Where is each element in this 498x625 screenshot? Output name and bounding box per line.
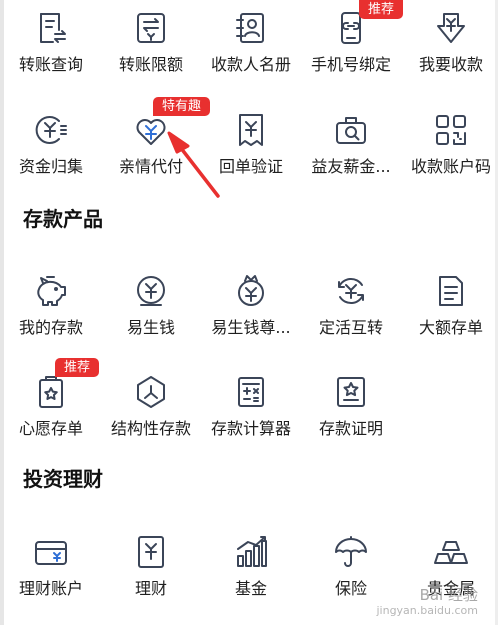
menu-item-exchange[interactable]: 定活互转 <box>301 263 401 343</box>
watermark-url: jingyan.baidu.com <box>376 604 478 617</box>
menu-item-fund[interactable]: 基金 <box>201 524 301 604</box>
menu-item-label: 易生钱 <box>126 318 175 337</box>
menu-item-label: 理财账户 <box>18 579 83 598</box>
menu-item-deposit-certificate[interactable]: 存款证明 <box>301 364 401 444</box>
yisheng-premium-icon <box>233 273 269 309</box>
menu-item-label: 转账限额 <box>118 55 183 74</box>
menu-item-label: 转账查询 <box>18 55 83 74</box>
yisheng-coin-icon <box>133 273 169 309</box>
fund-chart-icon <box>233 534 269 570</box>
receive-money-icon <box>433 10 469 46</box>
wealth-icon <box>133 534 169 570</box>
menu-item-label: 存款证明 <box>318 419 383 438</box>
wealth-account-icon <box>33 534 69 570</box>
deposit-certificate-icon <box>333 374 369 410</box>
menu-item-transfer-limit[interactable]: 转账限额 <box>101 0 201 80</box>
receipt-verify-icon <box>233 112 269 148</box>
menu-item-structured-deposit[interactable]: 结构性存款 <box>101 364 201 444</box>
menu-item-salary[interactable]: 益友薪金... <box>301 102 401 182</box>
menu-item-transfer-query[interactable]: 转账查询 <box>1 0 101 80</box>
watermark-brand: Bai 经验 <box>419 586 478 604</box>
menu-item-label: 收款账户码 <box>410 157 491 176</box>
menu-item-yisheng[interactable]: 易生钱 <box>101 263 201 343</box>
menu-item-label: 基金 <box>234 579 267 598</box>
menu-item-calculator[interactable]: 存款计算器 <box>201 364 301 444</box>
payee-list-icon <box>233 10 269 46</box>
menu-item-label: 大额存单 <box>418 318 483 337</box>
transfer-query-icon <box>33 10 69 46</box>
menu-item-label: 易生钱尊... <box>211 318 291 337</box>
large-deposit-icon <box>433 273 469 309</box>
exchange-icon <box>333 273 369 309</box>
watermark: Bai 经验 jingyan.baidu.com <box>376 587 478 619</box>
menu-item-label: 手机号绑定 <box>310 55 391 74</box>
menu-item-label: 存款计算器 <box>210 419 291 438</box>
calculator-icon <box>233 374 269 410</box>
menu-item-wealth[interactable]: 理财 <box>101 524 201 604</box>
structured-deposit-icon <box>133 374 169 410</box>
salary-icon <box>333 112 369 148</box>
menu-item-receipt-verify[interactable]: 回单验证 <box>201 102 301 182</box>
recommend-badge: 推荐 <box>55 358 100 377</box>
umbrella-icon <box>333 534 369 570</box>
menu-item-my-deposit[interactable]: 我的存款 <box>1 263 101 343</box>
gold-bars-icon <box>433 534 469 570</box>
fund-collect-icon <box>33 112 69 148</box>
menu-item-fund-collect[interactable]: 资金归集 <box>1 102 101 182</box>
menu-item-receive-money[interactable]: 我要收款 <box>401 0 498 80</box>
menu-item-wealth-account[interactable]: 理财账户 <box>1 524 101 604</box>
wish-deposit-icon <box>33 374 69 410</box>
qr-code-icon <box>433 112 469 148</box>
menu-item-label: 我的存款 <box>18 318 83 337</box>
menu-item-yisheng-premium[interactable]: 易生钱尊... <box>201 263 301 343</box>
transfer-limit-icon <box>133 10 169 46</box>
menu-item-label: 回单验证 <box>218 157 283 176</box>
menu-item-large-deposit[interactable]: 大额存单 <box>401 263 498 343</box>
recommend-badge: 推荐 <box>359 0 404 19</box>
section-title-invest: 投资理财 <box>23 467 103 491</box>
menu-item-label: 心愿存单 <box>18 419 83 438</box>
menu-item-label: 我要收款 <box>418 55 483 74</box>
menu-item-label: 收款人名册 <box>210 55 291 74</box>
menu-item-qr-code[interactable]: 收款账户码 <box>401 102 498 182</box>
section-title-deposit: 存款产品 <box>23 207 103 231</box>
menu-item-label: 结构性存款 <box>110 419 191 438</box>
menu-item-payee-list[interactable]: 收款人名册 <box>201 0 301 80</box>
menu-item-label: 资金归集 <box>18 157 83 176</box>
family-pay-icon <box>133 112 169 148</box>
piggy-bank-icon <box>33 273 69 309</box>
menu-item-label: 亲情代付 <box>118 157 183 176</box>
menu-item-label: 定活互转 <box>318 318 383 337</box>
menu-item-label: 益友薪金... <box>311 157 391 176</box>
menu-item-label: 理财 <box>134 579 167 598</box>
